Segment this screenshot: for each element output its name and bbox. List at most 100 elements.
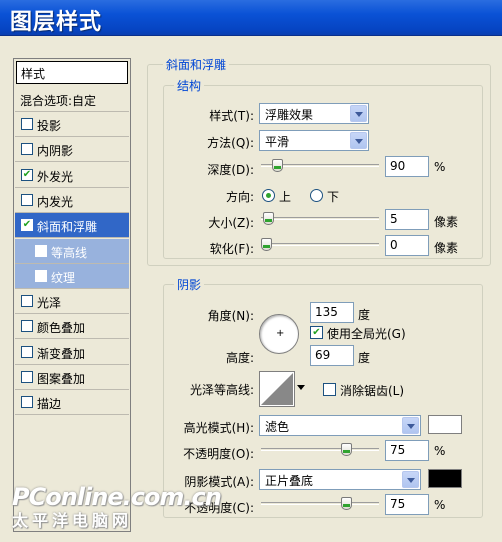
crosshair-icon: +	[276, 328, 285, 339]
technique-select[interactable]: 平滑	[259, 130, 369, 151]
highlight-opacity-label: 不透明度(O):	[183, 447, 254, 461]
direction-down-label: 下	[327, 190, 340, 204]
style-item-label: 描边	[37, 397, 62, 412]
gloss-contour-picker[interactable]	[259, 371, 307, 407]
style-item-checkbox[interactable]	[21, 371, 33, 383]
direction-down-radio[interactable]	[310, 189, 323, 202]
style-item-checkbox[interactable]	[21, 193, 33, 206]
style-label: 样式(T):	[209, 109, 254, 123]
bevel-emboss-title: 斜面和浮雕	[163, 56, 230, 73]
highlight-mode-label: 高光模式(H):	[183, 421, 254, 435]
chevron-down-icon[interactable]	[350, 132, 367, 149]
style-item-label: 图案叠加	[37, 372, 86, 386]
highlight-mode-select[interactable]: 滤色	[259, 415, 421, 436]
chevron-down-icon[interactable]	[350, 105, 367, 122]
slider-thumb[interactable]	[341, 443, 352, 456]
chevron-down-icon[interactable]	[402, 417, 419, 434]
style-item-checkbox[interactable]	[21, 345, 33, 358]
angle-dial[interactable]: +	[259, 314, 299, 354]
style-item[interactable]: 内发光	[15, 188, 129, 213]
blend-options-item[interactable]: 混合选项:自定	[15, 87, 129, 112]
global-light-label: 使用全局光(G)	[327, 327, 406, 341]
shadow-mode-label: 阴影模式(A):	[184, 475, 254, 489]
shadow-mode-value: 正片叠底	[265, 474, 314, 488]
blend-options-label: 混合选项:自定	[20, 94, 97, 108]
gloss-contour-label: 光泽等高线:	[189, 383, 254, 397]
highlight-opacity-input[interactable]: 75	[385, 440, 429, 461]
highlight-mode-value: 滤色	[265, 420, 290, 434]
shadow-opacity-unit: %	[434, 498, 446, 512]
size-label: 大小(Z):	[208, 216, 254, 230]
style-item-label: 外发光	[37, 169, 74, 184]
direction-up-radio[interactable]	[262, 189, 275, 202]
anti-aliased-checkbox[interactable]	[323, 383, 336, 396]
style-item[interactable]: 光泽	[15, 289, 129, 315]
soften-slider[interactable]	[261, 238, 379, 252]
style-item-checkbox[interactable]: ✔	[21, 219, 33, 232]
style-item[interactable]: 描边	[15, 390, 129, 416]
anti-aliased-label: 消除锯齿(L)	[340, 384, 405, 398]
slider-thumb[interactable]	[263, 212, 274, 225]
depth-label: 深度(D):	[207, 163, 254, 177]
shadow-opacity-slider[interactable]	[261, 497, 379, 511]
highlight-color-swatch[interactable]	[428, 415, 462, 434]
technique-value: 平滑	[265, 135, 290, 149]
styles-header[interactable]: 样式	[16, 61, 128, 84]
angle-label: 角度(N):	[207, 309, 254, 323]
style-item-label: 等高线	[51, 245, 88, 260]
altitude-unit: 度	[358, 351, 371, 365]
slider-thumb[interactable]	[272, 159, 283, 172]
style-item[interactable]: 图案叠加	[15, 365, 129, 390]
style-item-label: 内发光	[37, 194, 74, 209]
style-item[interactable]: 颜色叠加	[15, 314, 129, 340]
styles-list: 样式 混合选项:自定 投影内阴影 ✔ 外发光内发光 ✔ 斜面和浮雕等高线纹理光泽颜色叠加…	[13, 58, 131, 532]
style-item[interactable]: 渐变叠加	[15, 340, 129, 365]
style-item-label: 斜面和浮雕	[37, 220, 98, 235]
style-item-checkbox[interactable]	[35, 244, 47, 257]
chevron-down-icon[interactable]	[297, 385, 305, 390]
style-item[interactable]: 投影	[15, 112, 129, 137]
shading-title: 阴影	[174, 276, 205, 293]
style-item-checkbox[interactable]	[21, 295, 33, 308]
highlight-opacity-slider[interactable]	[261, 443, 379, 457]
style-item[interactable]: 等高线	[15, 238, 129, 264]
style-item-checkbox[interactable]	[21, 118, 33, 130]
style-item-checkbox[interactable]	[21, 396, 33, 409]
style-select[interactable]: 浮雕效果	[259, 103, 369, 124]
slider-thumb[interactable]	[261, 238, 272, 251]
style-item[interactable]: 内阴影	[15, 137, 129, 163]
shadow-mode-select[interactable]: 正片叠底	[259, 469, 421, 490]
style-item[interactable]: ✔ 外发光	[15, 163, 129, 188]
style-item[interactable]: ✔ 斜面和浮雕	[15, 213, 129, 239]
angle-unit: 度	[358, 308, 371, 322]
style-item[interactable]: 纹理	[15, 263, 129, 289]
style-item-label: 光泽	[37, 296, 62, 311]
size-slider[interactable]	[261, 212, 379, 226]
style-item-checkbox[interactable]	[21, 320, 33, 333]
style-item-checkbox[interactable]	[35, 269, 47, 282]
angle-input[interactable]: 135	[310, 302, 354, 323]
style-item-checkbox[interactable]	[21, 143, 33, 156]
global-light-checkbox[interactable]: ✔	[310, 326, 323, 339]
direction-label: 方向:	[225, 190, 254, 204]
technique-label: 方法(Q):	[207, 136, 254, 150]
style-item-label: 渐变叠加	[37, 346, 86, 361]
slider-thumb[interactable]	[341, 497, 352, 510]
style-value: 浮雕效果	[265, 108, 314, 122]
altitude-input[interactable]: 69	[310, 345, 354, 366]
style-item-label: 投影	[37, 119, 62, 133]
shadow-opacity-input[interactable]: 75	[385, 494, 429, 515]
direction-up-label: 上	[279, 190, 292, 204]
title-bar: 图层样式	[0, 0, 502, 36]
depth-unit: %	[434, 160, 446, 174]
shadow-color-swatch[interactable]	[428, 469, 462, 488]
chevron-down-icon[interactable]	[402, 471, 419, 488]
style-item-checkbox[interactable]: ✔	[21, 168, 33, 181]
style-item-label: 纹理	[51, 270, 76, 285]
size-input[interactable]: 5	[385, 209, 429, 230]
soften-input[interactable]: 0	[385, 235, 429, 256]
style-item-label: 内阴影	[37, 144, 74, 159]
highlight-opacity-unit: %	[434, 444, 446, 458]
depth-slider[interactable]	[261, 159, 379, 173]
depth-input[interactable]: 90	[385, 156, 429, 177]
